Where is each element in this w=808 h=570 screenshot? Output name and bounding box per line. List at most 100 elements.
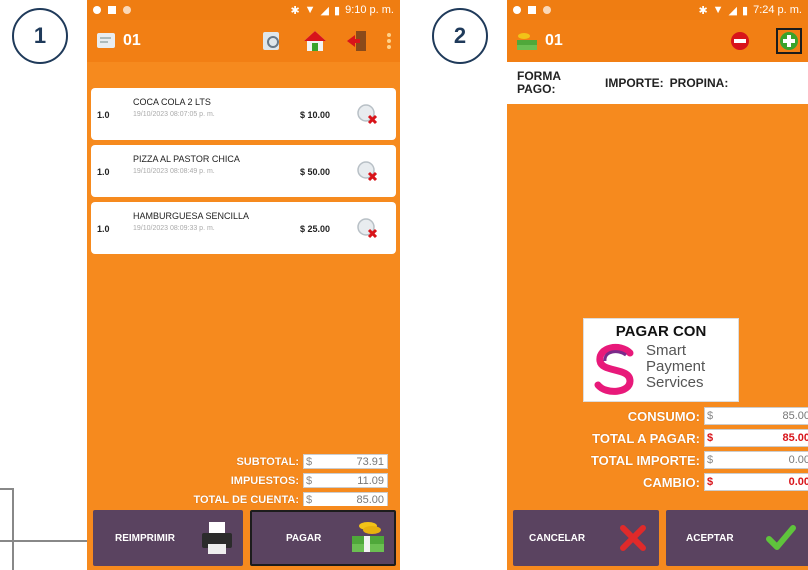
total-importe-label: TOTAL IMPORTE:: [590, 452, 700, 468]
sps-brand-line-3: Services: [646, 374, 704, 391]
reimprimir-button[interactable]: REIMPRIMIR: [93, 510, 243, 566]
reimprimir-label: REIMPRIMIR: [115, 532, 175, 544]
search-bill-icon[interactable]: [260, 29, 284, 53]
notification-dot-icon: [513, 6, 521, 14]
notification-circle-icon: [123, 6, 131, 14]
step-1-badge: 1: [12, 8, 68, 64]
payment-totals-panel: CONSUMO: $ 85.00 TOTAL A PAGAR: $ 85.00 …: [514, 406, 808, 494]
item-qty: 1.0: [97, 224, 110, 234]
signal-icon: ◢: [320, 4, 330, 17]
bottom-button-bar: REIMPRIMIR PAGAR: [87, 506, 400, 570]
item-name: COCA COLA 2 LTS: [133, 97, 211, 107]
home-icon[interactable]: [302, 29, 328, 53]
status-time: 7:24 p. m.: [753, 4, 802, 16]
exit-icon[interactable]: [346, 29, 368, 53]
consumo-field: $ 85.00: [704, 407, 808, 425]
currency-symbol: $: [306, 455, 313, 468]
item-name: PIZZA AL PASTOR CHICA: [133, 154, 240, 164]
item-time: 19/10/2023 08:07:05 p. m.: [133, 111, 215, 118]
smart-payment-services-button[interactable]: PAGAR CON Smart Payment Services: [583, 318, 739, 402]
aceptar-label: ACEPTAR: [686, 532, 734, 544]
impuestos-label: IMPUESTOS:: [230, 474, 299, 487]
cambio-field: $ 0.00: [704, 473, 808, 491]
currency-symbol: $: [707, 454, 714, 466]
account-number: 01: [545, 32, 563, 49]
sps-brand-line-1: Smart: [646, 342, 687, 359]
total-cuenta-value: 85.00: [356, 493, 384, 506]
remove-payment-icon[interactable]: [730, 31, 750, 51]
pagar-label: PAGAR: [286, 532, 322, 544]
currency-symbol: $: [306, 493, 313, 506]
more-vert-icon[interactable]: [386, 31, 392, 51]
status-bar: ✱ ▼ ◢ ▮ 9:10 p. m.: [87, 0, 400, 20]
pagar-button[interactable]: PAGAR: [250, 510, 396, 566]
total-pagar-label: TOTAL A PAGAR:: [592, 430, 700, 446]
add-payment-icon: [780, 32, 798, 50]
money-stack-icon: [517, 33, 537, 50]
wifi-icon: ▼: [712, 4, 724, 16]
sps-brand-text: Smart Payment Services: [646, 343, 705, 391]
account-number: 01: [123, 32, 141, 49]
item-qty: 1.0: [97, 110, 110, 120]
importe-header: IMPORTE:: [605, 76, 664, 90]
cancelar-button[interactable]: CANCELAR: [513, 510, 659, 566]
consumo-row: CONSUMO: $ 85.00: [514, 406, 808, 426]
bill-icon: [97, 33, 115, 48]
phone-screen-bill: ✱ ▼ ◢ ▮ 9:10 p. m. 01 1.0 COCA COLA 2 LT…: [87, 0, 400, 570]
total-pagar-value: 85.00: [782, 432, 808, 444]
cancelar-label: CANCELAR: [529, 532, 586, 544]
payment-header: FORMA PAGO: IMPORTE: PROPINA:: [507, 62, 808, 104]
item-price: $ 25.00: [299, 224, 330, 234]
phone-screen-payment: ✱ ▼ ◢ ▮ 7:24 p. m. 01 FORMA PAGO: IMPORT…: [507, 0, 808, 570]
bluetooth-icon: ✱: [290, 4, 300, 17]
order-item[interactable]: 1.0 COCA COLA 2 LTS 19/10/2023 08:07:05 …: [91, 88, 396, 140]
callout-line-top: [0, 488, 14, 490]
total-cuenta-field: $ 85.00: [303, 492, 388, 507]
total-importe-field: $ 0.00: [704, 451, 808, 469]
order-item[interactable]: 1.0 HAMBURGUESA SENCILLA 19/10/2023 08:0…: [91, 202, 396, 254]
app-bar: 01: [87, 20, 400, 62]
sps-brand-line-2: Payment: [646, 358, 706, 375]
battery-icon: ▮: [334, 4, 341, 17]
notification-dot-icon: [93, 6, 101, 14]
order-item[interactable]: 1.0 PIZZA AL PASTOR CHICA 19/10/2023 08:…: [91, 145, 396, 197]
propina-header: PROPINA:: [669, 76, 729, 90]
totals-panel: SUBTOTAL: $ 73.91 IMPUESTOS: $ 11.09 TOT…: [88, 453, 388, 510]
cambio-value: 0.00: [788, 476, 808, 488]
signal-icon: ◢: [728, 4, 738, 17]
notification-square-icon: [528, 6, 536, 14]
money-icon: [352, 522, 384, 552]
total-pagar-field: $ 85.00: [704, 429, 808, 447]
item-time: 19/10/2023 08:08:49 p. m.: [133, 168, 215, 175]
total-pagar-row: TOTAL A PAGAR: $ 85.00: [514, 428, 808, 448]
callout-line-vertical: [12, 488, 14, 570]
item-price: $ 50.00: [299, 167, 330, 177]
total-importe-value: 0.00: [788, 454, 808, 466]
bottom-button-bar: CANCELAR ACEPTAR: [507, 506, 808, 570]
add-payment-button[interactable]: [776, 28, 802, 54]
battery-icon: ▮: [742, 4, 749, 17]
sps-logo-icon: [594, 343, 634, 395]
aceptar-button[interactable]: ACEPTAR: [666, 510, 808, 566]
pagar-con-label: PAGAR CON: [615, 323, 707, 340]
cambio-label: CAMBIO:: [642, 474, 700, 490]
delete-item-icon[interactable]: [356, 160, 378, 182]
app-bar: 01: [507, 20, 808, 62]
delete-item-icon[interactable]: [356, 103, 378, 125]
subtotal-label: SUBTOTAL:: [236, 455, 299, 468]
impuestos-row: IMPUESTOS: $ 11.09: [88, 472, 388, 489]
impuestos-field: $ 11.09: [303, 473, 388, 488]
notification-square-icon: [108, 6, 116, 14]
forma-pago-header: FORMA PAGO:: [517, 69, 561, 96]
status-time: 9:10 p. m.: [345, 4, 394, 16]
subtotal-field: $ 73.91: [303, 454, 388, 469]
item-price: $ 10.00: [299, 110, 330, 120]
bluetooth-icon: ✱: [698, 4, 708, 17]
impuestos-value: 11.09: [357, 474, 384, 487]
total-importe-row: TOTAL IMPORTE: $ 0.00: [514, 450, 808, 470]
delete-item-icon[interactable]: [356, 217, 378, 239]
total-cuenta-label: TOTAL DE CUENTA:: [193, 493, 299, 506]
consumo-value: 85.00: [782, 410, 808, 422]
cancel-x-icon: [620, 525, 646, 551]
consumo-label: CONSUMO:: [627, 408, 700, 424]
